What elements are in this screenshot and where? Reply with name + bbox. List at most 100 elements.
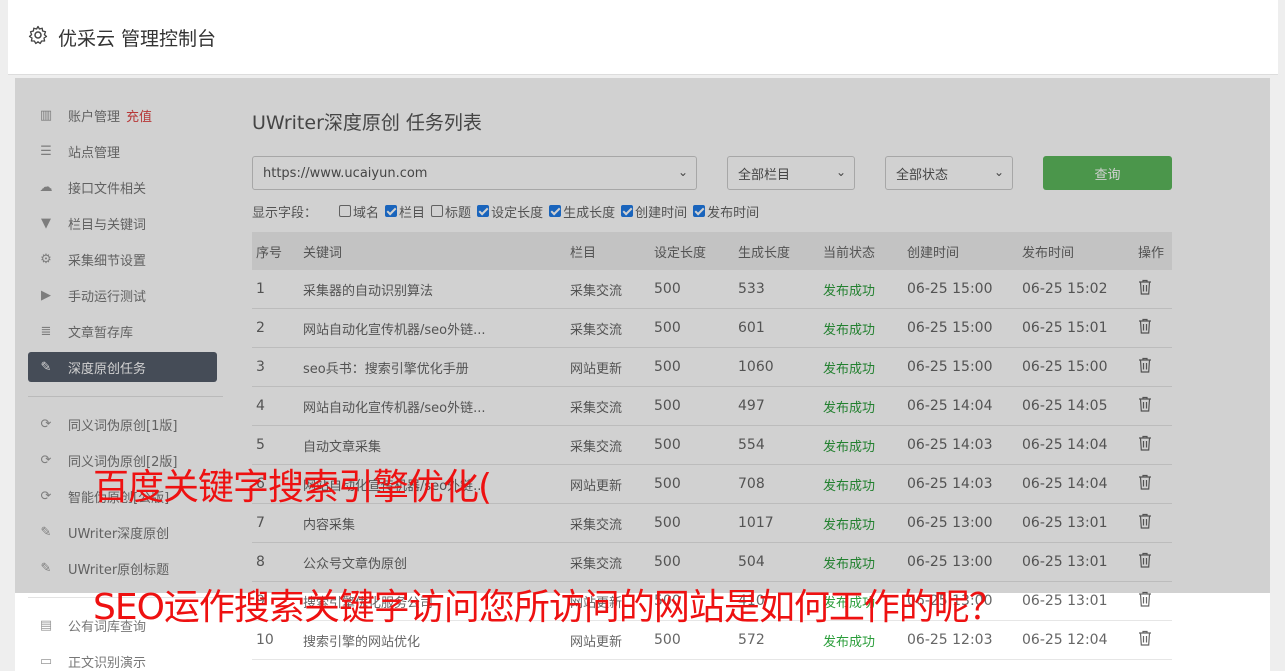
refresh-icon: ⟳: [40, 452, 52, 468]
checkbox-label: 标题: [445, 205, 472, 221]
row-column: 采集交流: [570, 283, 623, 299]
row-column: 网站更新: [570, 478, 623, 494]
sidebar-item-account[interactable]: ▥ 账户管理 充值: [28, 100, 217, 130]
row-keyword: 自动文章采集: [303, 439, 382, 455]
recharge-link[interactable]: 充值: [126, 106, 152, 125]
sidebar-item-manual-run[interactable]: ▶ 手动运行测试: [28, 280, 217, 310]
column-header: 当前状态: [823, 245, 876, 261]
row-keyword: 网站自动化宣传机器/seo外链...: [303, 400, 486, 416]
sidebar-item-sites[interactable]: ☰ 站点管理: [28, 136, 217, 166]
row-created: 06-25 12:03: [907, 632, 993, 648]
edit-icon: ✎: [40, 524, 52, 540]
edit-icon: ✎: [40, 359, 52, 375]
sidebar-item-uwriter-original[interactable]: ✎ UWriter深度原创: [28, 517, 217, 547]
row-published: 06-25 14:04: [1022, 476, 1108, 492]
sidebar-item-label: 深度原创任务: [68, 361, 147, 377]
row-column: 采集交流: [570, 322, 623, 338]
watermark-line-1: 百度关键字搜索引擎优化(: [93, 467, 492, 508]
trash-icon: [1139, 474, 1151, 490]
sidebar-item-interface-files[interactable]: ☁ 接口文件相关: [28, 172, 217, 202]
sidebar-item-label: 手动运行测试: [68, 289, 147, 305]
server-icon: ☰: [40, 143, 52, 159]
row-set-length: 500: [654, 554, 681, 570]
sidebar-item-article-store[interactable]: ≣ 文章暂存库: [28, 316, 217, 346]
delete-button[interactable]: [1138, 474, 1152, 494]
column-select[interactable]: 全部栏目 ⌄: [727, 156, 855, 190]
field-checkbox-gen-length[interactable]: 生成长度: [549, 202, 615, 221]
delete-button[interactable]: [1138, 396, 1152, 416]
delete-button[interactable]: [1138, 318, 1152, 338]
sidebar-item-label: 采集细节设置: [68, 253, 147, 269]
field-checkbox-set-length[interactable]: 设定长度: [477, 202, 543, 221]
row-gen-length: 601: [738, 320, 765, 336]
site-select[interactable]: https://www.ucaiyun.com ⌄: [252, 156, 697, 190]
trash-icon: [1139, 630, 1151, 646]
field-checkbox-domain[interactable]: 域名: [339, 202, 379, 221]
column-header: 序号: [256, 245, 283, 261]
row-set-length: 500: [654, 476, 681, 492]
trash-icon: [1139, 396, 1151, 412]
row-created: 06-25 15:00: [907, 359, 993, 375]
sidebar-item-label: 栏目与关键词: [68, 217, 147, 233]
top-header: 优采云 管理控制台: [8, 0, 1278, 75]
checkbox[interactable]: [477, 205, 490, 217]
field-checkbox-title[interactable]: 标题: [431, 202, 471, 221]
sidebar-item-body-recognition[interactable]: ▭ 正文识别演示: [28, 646, 217, 671]
delete-button[interactable]: [1138, 552, 1152, 572]
trash-icon: [1139, 591, 1151, 607]
checkbox[interactable]: [549, 205, 562, 217]
checkbox[interactable]: [431, 205, 444, 217]
watermark-line-2: SEO运作搜索关键字访问您所访问的网站是如何工作的呢？: [93, 587, 1005, 628]
row-keyword: 搜索引擎的网站优化: [303, 634, 421, 650]
row-created: 06-25 15:00: [907, 320, 993, 336]
sidebar-item-columns-keywords[interactable]: ▼ 栏目与关键词: [28, 208, 217, 238]
refresh-icon: ⟳: [40, 416, 52, 432]
row-index: 10: [256, 632, 274, 648]
delete-button[interactable]: [1138, 630, 1152, 650]
delete-button[interactable]: [1138, 591, 1152, 611]
delete-button[interactable]: [1138, 513, 1152, 533]
field-checkbox-column[interactable]: 栏目: [385, 202, 425, 221]
delete-button[interactable]: [1138, 279, 1152, 299]
chevron-down-icon: ⌄: [677, 165, 688, 179]
row-gen-length: 554: [738, 437, 765, 453]
row-published: 06-25 13:01: [1022, 593, 1108, 609]
chevron-down-icon: ⌄: [835, 165, 846, 179]
checkbox[interactable]: [693, 205, 706, 217]
checkbox-label: 栏目: [399, 205, 426, 221]
field-checkbox-published[interactable]: 发布时间: [693, 202, 759, 221]
row-gen-length: 504: [738, 554, 765, 570]
row-status: 发布成功: [823, 439, 876, 455]
column-header: 设定长度: [654, 245, 707, 261]
checkbox-label: 设定长度: [491, 205, 544, 221]
row-published: 06-25 13:01: [1022, 554, 1108, 570]
row-gen-length: 533: [738, 281, 765, 297]
table-row: 3 seo兵书：搜索引擎优化手册 网站更新 500 1060 发布成功 06-25 15:0…: [252, 348, 1172, 387]
sidebar-item-synonym-v1[interactable]: ⟳ 同义词伪原创[1版]: [28, 409, 217, 439]
row-column: 采集交流: [570, 517, 623, 533]
display-fields: 显示字段： 域名 栏目 标题 设定长度 生成长度 创建时间 发布时间: [252, 202, 765, 221]
query-button[interactable]: 查询: [1043, 156, 1172, 190]
sidebar-item-collect-settings[interactable]: ⚙ 采集细节设置: [28, 244, 217, 274]
row-column: 采集交流: [570, 439, 623, 455]
checkbox[interactable]: [385, 205, 398, 217]
checkbox[interactable]: [339, 205, 352, 217]
book-icon: ▤: [39, 617, 53, 633]
delete-button[interactable]: [1138, 435, 1152, 455]
row-created: 06-25 15:00: [907, 281, 993, 297]
edit-icon: ✎: [40, 560, 52, 576]
cloud-upload-icon: ☁: [39, 179, 53, 195]
column-header: 关键词: [303, 245, 343, 261]
sidebar-item-deep-original-tasks[interactable]: ✎ 深度原创任务: [28, 352, 217, 382]
status-select[interactable]: 全部状态 ⌄: [885, 156, 1013, 190]
page-title: UWriter深度原创 任务列表: [252, 112, 482, 134]
sidebar-item-label: UWriter原创标题: [68, 562, 170, 578]
delete-button[interactable]: [1138, 357, 1152, 377]
checkbox[interactable]: [621, 205, 634, 217]
chevron-down-icon: ⌄: [993, 165, 1004, 179]
table-row: 2 网站自动化宣传机器/seo外链... 采集交流 500 601 发布成功 06-25 1…: [252, 309, 1172, 348]
trash-icon: [1139, 552, 1151, 568]
trash-icon: [1139, 318, 1151, 334]
database-icon: ≣: [40, 323, 52, 339]
field-checkbox-created[interactable]: 创建时间: [621, 202, 687, 221]
